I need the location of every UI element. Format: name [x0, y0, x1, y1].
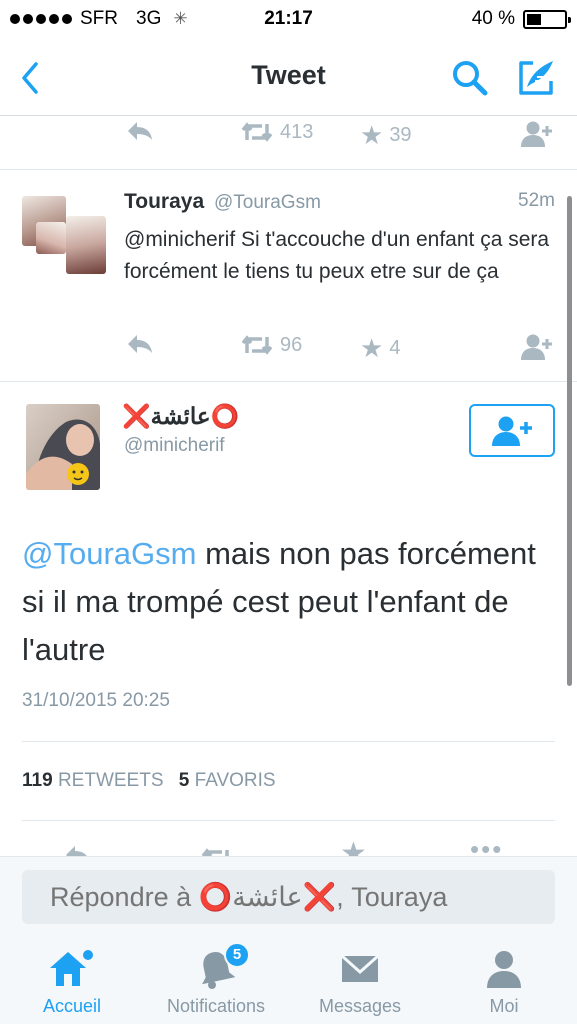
follow-user-button[interactable] — [520, 333, 554, 361]
compose-button[interactable] — [514, 56, 558, 100]
battery-percent: 40 % — [471, 8, 515, 29]
top-tweet-actions: 413 ★ 39 — [124, 120, 564, 150]
avatar[interactable] — [22, 196, 110, 276]
star-icon: ★ — [360, 120, 384, 150]
mention-link[interactable]: @TouraGsm — [22, 536, 196, 571]
tweet-text: @minicherif Si t'accouche d'un enfant ça… — [124, 228, 550, 283]
battery-icon — [523, 9, 571, 29]
tab-home-label: Accueil — [42, 996, 102, 1016]
author-name[interactable]: Touraya — [124, 190, 204, 213]
tab-me-label: Moi — [489, 996, 519, 1016]
main-tweet-actions: ★ ••• — [0, 842, 577, 856]
add-user-icon — [521, 121, 552, 147]
tab-messages[interactable]: Messages — [288, 934, 432, 1024]
follow-user-button[interactable] — [520, 120, 554, 148]
retweet-button[interactable]: 96 — [240, 333, 302, 357]
author-handle[interactable]: @minicherif — [124, 435, 225, 457]
favorite-count: 39 — [389, 124, 412, 146]
add-user-icon — [521, 334, 552, 360]
favorite-count: 4 — [389, 337, 401, 359]
retweet-button[interactable]: 413 — [240, 120, 313, 144]
envelope-icon — [341, 954, 379, 982]
star-icon: ★ — [360, 333, 384, 363]
retweet-icon[interactable] — [200, 846, 234, 856]
status-right: 40 % — [471, 8, 571, 30]
notification-badge: 5 — [224, 942, 250, 968]
tab-bar: Accueil 5 Notifications Messages Moi — [0, 934, 577, 1024]
search-button[interactable] — [448, 56, 492, 100]
author-name[interactable]: ❌عائشة⭕ — [122, 403, 239, 430]
reply-button[interactable] — [126, 120, 154, 142]
status-bar: SFR 3G ✳ 21:17 40 % — [0, 0, 577, 38]
follow-button[interactable] — [469, 404, 555, 457]
favorite-button[interactable]: ★ 4 — [360, 333, 400, 364]
divider — [22, 820, 555, 821]
favorites-stat[interactable]: 5 FAVORIS — [179, 770, 276, 791]
reply-input[interactable] — [22, 870, 555, 924]
home-icon — [50, 950, 93, 986]
retweet-icon — [241, 335, 273, 355]
divider — [0, 381, 577, 382]
more-icon[interactable]: ••• — [470, 842, 503, 856]
tweet-stats: 119 RETWEETS 5 FAVORIS — [22, 770, 276, 792]
person-icon — [487, 951, 521, 988]
divider — [22, 741, 555, 742]
tweet-text: @TouraGsm mais non pas forcément si il m… — [22, 530, 552, 674]
scrollbar[interactable] — [567, 196, 572, 686]
favorite-button[interactable]: ★ 39 — [360, 120, 412, 151]
retweets-stat[interactable]: 119 RETWEETS — [22, 770, 164, 791]
reply-tweet-actions: 96 ★ 4 — [124, 333, 564, 363]
tab-me[interactable]: Moi — [432, 934, 576, 1024]
retweet-count: 413 — [280, 120, 314, 143]
author-handle[interactable]: @TouraGsm — [214, 192, 321, 213]
tweet-header: Touraya @TouraGsm 52m — [124, 190, 555, 214]
nav-bar: Tweet — [0, 38, 577, 116]
add-user-icon — [492, 416, 532, 446]
retweet-count: 96 — [280, 333, 303, 356]
compose-icon — [519, 61, 553, 95]
reply-icon — [128, 335, 152, 353]
star-icon[interactable]: ★ — [340, 842, 367, 856]
tweet-date: 31/10/2015 20:25 — [22, 690, 170, 711]
reply-bar — [0, 856, 577, 934]
tab-messages-label: Messages — [318, 996, 402, 1016]
reply-icon[interactable] — [64, 844, 92, 856]
avatar[interactable] — [26, 404, 100, 490]
retweet-icon — [241, 122, 273, 142]
tab-home[interactable]: Accueil — [0, 934, 144, 1024]
reply-button[interactable] — [126, 333, 154, 355]
reply-icon — [128, 122, 152, 140]
tab-notifications[interactable]: 5 Notifications — [144, 934, 288, 1024]
tab-notifications-label: Notifications — [166, 996, 266, 1016]
search-icon — [453, 61, 488, 96]
tweet-time: 52m — [518, 190, 555, 211]
